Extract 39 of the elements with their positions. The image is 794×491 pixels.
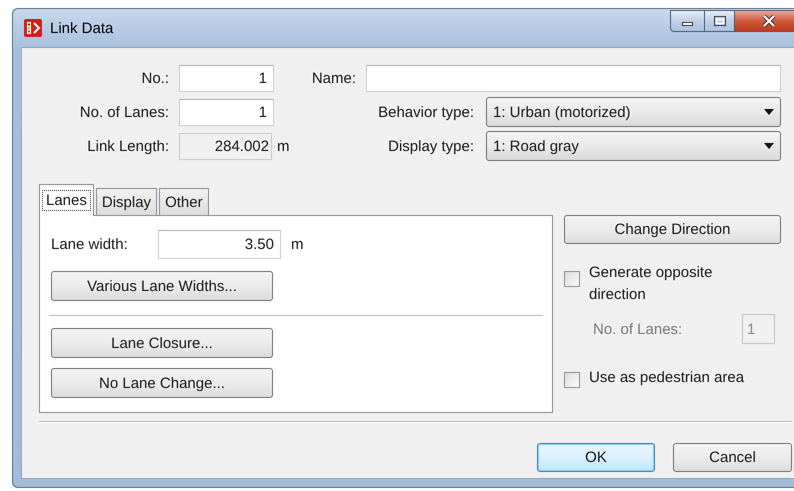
panel-button[interactable]: No Lane Change... [51, 368, 273, 398]
unit-label: m [277, 138, 290, 154]
maximize-icon [714, 16, 726, 26]
field-label: Name: [310, 70, 356, 86]
checkbox[interactable] [564, 271, 580, 287]
close-icon [762, 15, 776, 27]
panel-button[interactable]: Various Lane Widths... [51, 271, 273, 301]
field-label: Lane width: [51, 236, 129, 253]
field-label: Link Length: [86, 138, 169, 154]
field-label: No. of Lanes: [593, 320, 682, 338]
unit-label: m [291, 236, 304, 253]
checkbox-label: Use as pedestrian area [589, 369, 744, 386]
dropdown[interactable]: 1: Road gray [486, 131, 781, 161]
window-title: Link Data [50, 20, 114, 36]
field-label: No. of Lanes: [78, 104, 169, 120]
name-field[interactable] [366, 64, 781, 92]
number-field[interactable]: 1 [179, 64, 274, 92]
dropdown[interactable]: 1: Urban (motorized) [486, 97, 781, 127]
checkbox[interactable] [564, 372, 580, 388]
panel-button[interactable]: Lane Closure... [51, 328, 273, 358]
tab[interactable]: Display [96, 188, 158, 215]
cancel-button[interactable]: Cancel [673, 443, 792, 472]
field-label: Behavior type: [377, 104, 474, 120]
field-label: Display type: [387, 138, 474, 154]
link-length-field: 284.002 [179, 132, 272, 160]
minimize-button[interactable] [670, 10, 705, 32]
lane-width-field[interactable]: 3.50 [158, 230, 281, 259]
caret-icon [764, 109, 774, 115]
checkbox-label: Generate opposite direction [589, 263, 714, 305]
tab[interactable]: Lanes [39, 184, 94, 216]
field-label: No.: [140, 70, 169, 86]
lanes-field[interactable]: 1 [179, 98, 274, 126]
change-direction-button[interactable]: Change Direction [564, 215, 781, 244]
caret-icon [764, 143, 774, 149]
tab[interactable]: Other [159, 188, 209, 215]
close-button[interactable] [735, 10, 794, 32]
app-icon [24, 19, 42, 37]
maximize-button[interactable] [705, 10, 735, 32]
ok-button[interactable]: OK [537, 443, 655, 472]
